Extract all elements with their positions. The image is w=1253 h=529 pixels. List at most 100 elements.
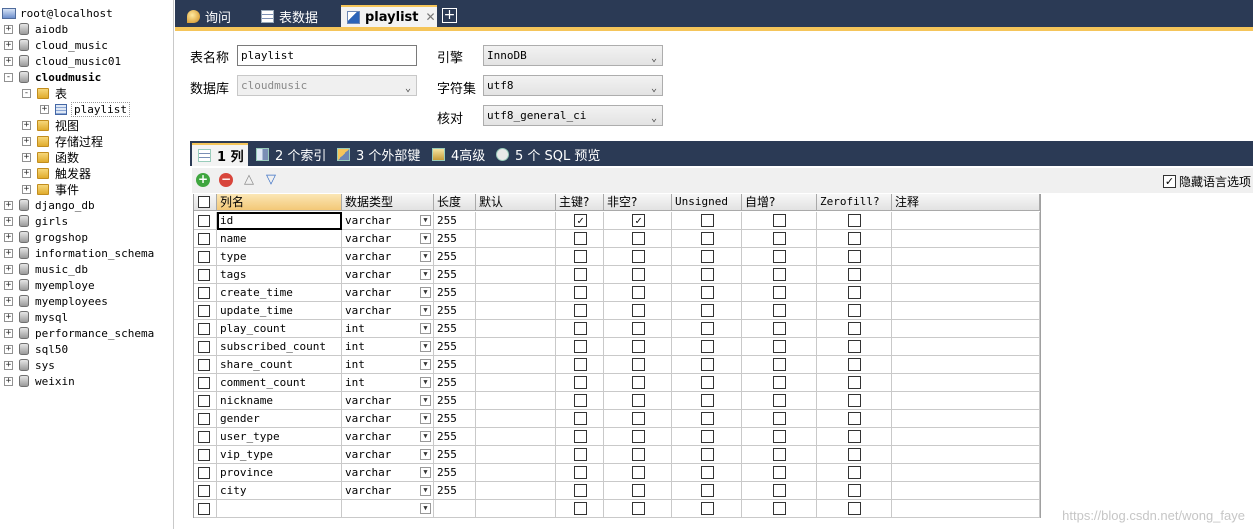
default-cell[interactable] [476,338,556,356]
auto-increment-checkbox[interactable] [773,304,786,317]
row-select-checkbox[interactable] [198,215,210,227]
not-null-checkbox[interactable] [632,376,645,389]
comment-cell[interactable] [892,302,1040,320]
not-null-cell[interactable] [604,500,672,518]
header-auto-increment[interactable]: 自增? [742,194,817,211]
unsigned-cell[interactable] [672,266,742,284]
header-length[interactable]: 长度 [434,194,476,211]
row-select-checkbox[interactable] [198,377,210,389]
comment-cell[interactable] [892,482,1040,500]
zerofill-checkbox[interactable] [848,412,861,425]
auto-increment-checkbox[interactable] [773,358,786,371]
not-null-cell[interactable] [604,320,672,338]
default-cell[interactable] [476,410,556,428]
default-cell[interactable] [476,284,556,302]
expand-icon[interactable]: + [22,152,31,162]
row-select-checkbox[interactable] [198,395,210,407]
zerofill-checkbox[interactable] [848,448,861,461]
header-unsigned[interactable]: Unsigned [672,194,742,211]
tree-item[interactable]: - cloudmusic [4,69,101,85]
row-select-checkbox[interactable] [198,323,210,335]
primary-key-cell[interactable] [556,356,604,374]
zerofill-checkbox[interactable] [848,304,861,317]
unsigned-checkbox[interactable] [701,376,714,389]
default-cell[interactable] [476,482,556,500]
dropdown-arrow-icon[interactable]: ▼ [420,233,431,244]
tab-table-data[interactable]: 表数据 [255,5,339,27]
not-null-cell[interactable] [604,248,672,266]
dropdown-arrow-icon[interactable]: ▼ [420,467,431,478]
unsigned-checkbox[interactable] [701,286,714,299]
zerofill-cell[interactable] [817,212,892,230]
table-row[interactable]: city varchar ▼ 255 [194,482,1040,500]
auto-increment-checkbox[interactable] [773,340,786,353]
expand-icon[interactable]: + [4,200,13,210]
comment-cell[interactable] [892,338,1040,356]
primary-key-checkbox[interactable] [574,286,587,299]
not-null-checkbox[interactable]: ✓ [632,214,645,227]
unsigned-checkbox[interactable] [701,502,714,515]
move-down-button[interactable]: ▽ [266,173,276,186]
table-row[interactable]: comment_count int ▼ 255 [194,374,1040,392]
unsigned-cell[interactable] [672,428,742,446]
dropdown-arrow-icon[interactable]: ▼ [420,341,431,352]
comment-cell[interactable] [892,428,1040,446]
auto-increment-cell[interactable] [742,320,817,338]
header-zerofill[interactable]: Zerofill? [817,194,892,211]
subtab-foreign-keys[interactable]: 3 个外部键 [331,143,423,166]
dropdown-arrow-icon[interactable]: ▼ [420,323,431,334]
tree-item[interactable]: + aiodb [4,21,68,37]
length-cell[interactable]: 255 [434,266,476,284]
tree-item[interactable]: + weixin [4,373,75,389]
zerofill-cell[interactable] [817,302,892,320]
dropdown-arrow-icon[interactable]: ▼ [420,413,431,424]
comment-cell[interactable] [892,284,1040,302]
header-select-all[interactable] [194,194,217,211]
auto-increment-checkbox[interactable] [773,286,786,299]
zerofill-cell[interactable] [817,338,892,356]
primary-key-cell[interactable] [556,446,604,464]
expand-icon[interactable]: + [4,344,13,354]
row-select-checkbox[interactable] [198,251,210,263]
row-select-checkbox[interactable] [198,287,210,299]
row-select-cell[interactable] [194,356,217,374]
unsigned-cell[interactable] [672,284,742,302]
data-type-cell[interactable]: varchar ▼ [342,284,434,302]
length-cell[interactable]: 255 [434,248,476,266]
data-type-cell[interactable]: varchar ▼ [342,392,434,410]
tree-item[interactable]: + 触发器 [22,165,91,181]
table-row[interactable]: province varchar ▼ 255 [194,464,1040,482]
primary-key-cell[interactable] [556,338,604,356]
zerofill-checkbox[interactable] [848,484,861,497]
not-null-checkbox[interactable] [632,340,645,353]
auto-increment-cell[interactable] [742,482,817,500]
column-name-cell[interactable]: name [217,230,342,248]
row-select-checkbox[interactable] [198,269,210,281]
table-row[interactable]: user_type varchar ▼ 255 [194,428,1040,446]
column-name-cell[interactable]: subscribed_count [217,338,342,356]
not-null-cell[interactable] [604,428,672,446]
zerofill-cell[interactable] [817,410,892,428]
expand-icon[interactable]: + [4,40,13,50]
zerofill-cell[interactable] [817,284,892,302]
zerofill-checkbox[interactable] [848,466,861,479]
expand-icon[interactable]: + [4,24,13,34]
unsigned-checkbox[interactable] [701,322,714,335]
zerofill-cell[interactable] [817,374,892,392]
tree-item[interactable]: + playlist [40,101,130,117]
table-name-input[interactable]: playlist [237,45,417,66]
column-name-cell[interactable]: vip_type [217,446,342,464]
unsigned-checkbox[interactable] [701,268,714,281]
not-null-checkbox[interactable] [632,412,645,425]
tab-query[interactable]: 询问 [181,5,253,27]
select-all-checkbox[interactable] [198,196,210,208]
primary-key-cell[interactable] [556,302,604,320]
length-cell[interactable]: 255 [434,284,476,302]
primary-key-checkbox[interactable] [574,484,587,497]
collapse-icon[interactable]: - [4,72,13,82]
not-null-cell[interactable] [604,230,672,248]
primary-key-cell[interactable] [556,464,604,482]
new-tab-button[interactable]: + [442,8,457,23]
unsigned-checkbox[interactable] [701,484,714,497]
not-null-checkbox[interactable] [632,466,645,479]
